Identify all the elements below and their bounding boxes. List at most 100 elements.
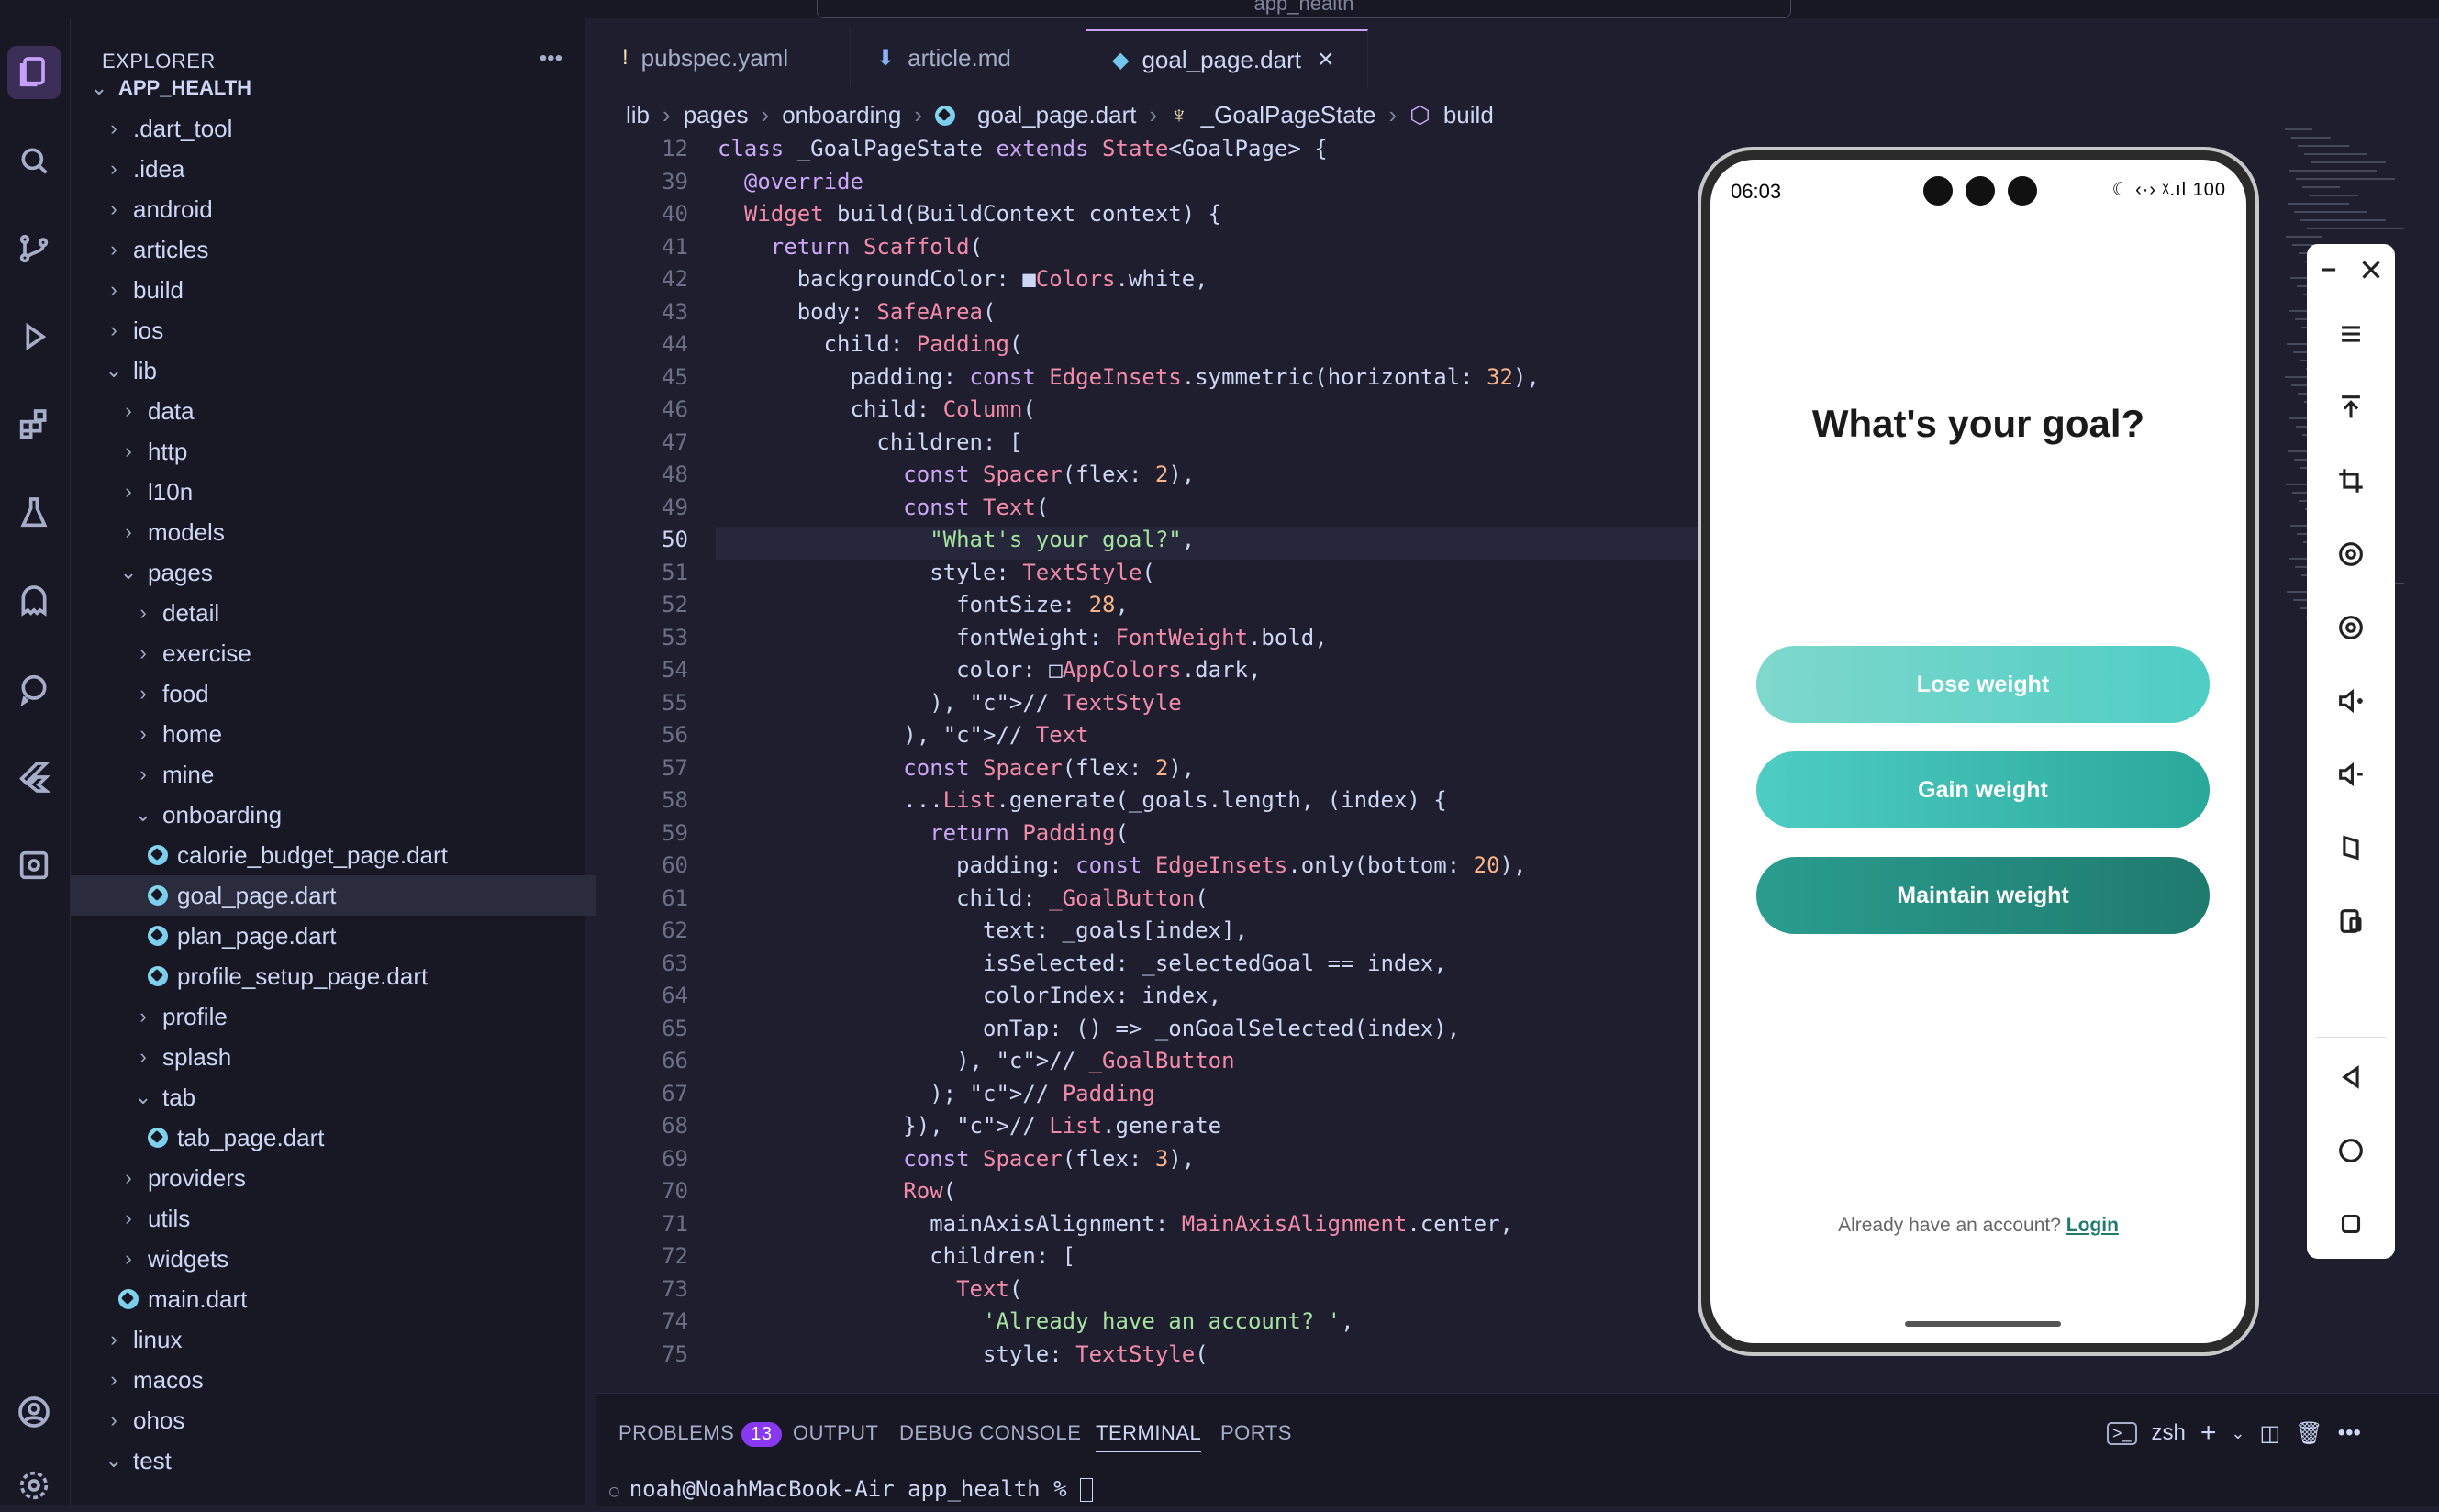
tree-folder[interactable]: › articles	[71, 229, 618, 270]
window-search-box[interactable]: app_health	[817, 0, 1791, 18]
tree-label: splash	[162, 1042, 232, 1071]
tree-folder[interactable]: › build	[71, 270, 618, 310]
tree-folder[interactable]: › http	[71, 431, 632, 472]
tree-folder[interactable]: › providers	[71, 1158, 632, 1198]
tree-folder[interactable]: › android	[71, 189, 618, 229]
explorer-icon[interactable]	[7, 46, 61, 99]
line-number: 69	[662, 1145, 688, 1172]
tree-folder[interactable]: › linux	[71, 1319, 618, 1360]
breadcrumb-item[interactable]: onboarding	[782, 101, 901, 129]
tree-folder[interactable]: › .dart_tool	[71, 108, 618, 149]
back-icon[interactable]	[2325, 1051, 2377, 1103]
terminal-prompt[interactable]: ○ noah@NoahMacBook-Air app_health %	[609, 1476, 1093, 1502]
tree-folder[interactable]: › exercise	[71, 633, 647, 673]
tree-folder[interactable]: › detail	[71, 593, 647, 633]
chat-icon[interactable]	[7, 662, 61, 716]
testing-icon[interactable]	[7, 486, 61, 539]
breadcrumb-item[interactable]: pages	[684, 101, 749, 129]
maintain-weight-button[interactable]: Maintain weight	[1756, 857, 2210, 934]
minimize-icon[interactable]	[2311, 244, 2347, 295]
breadcrumb-item[interactable]: goal_page.dart	[977, 101, 1136, 129]
source-control-icon[interactable]	[7, 222, 61, 275]
overview-icon[interactable]	[2325, 1198, 2377, 1250]
tree-file[interactable]: main.dart	[71, 1279, 632, 1319]
device-icon[interactable]	[2325, 895, 2377, 947]
remote-explorer-icon[interactable]	[7, 839, 61, 892]
lose-weight-button[interactable]: Lose weight	[1756, 646, 2210, 723]
tab-debug-console[interactable]: DEBUG CONSOLE	[899, 1421, 1081, 1445]
tree-file[interactable]: profile_setup_page.dart	[71, 956, 662, 996]
tree-label: pages	[148, 558, 213, 586]
code-editor[interactable]: 12 class _GoalPageState extends State<Goa…	[596, 136, 1698, 1402]
gain-weight-button[interactable]: Gain weight	[1756, 751, 2210, 828]
tree-file[interactable]: tab_page.dart	[71, 1117, 662, 1158]
breadcrumb-item[interactable]: _GoalPageState	[1201, 101, 1376, 129]
tree-file[interactable]: plan_page.dart	[71, 916, 662, 956]
tree-folder[interactable]: › data	[71, 391, 632, 431]
tree-file[interactable]: goal_page.dart	[71, 875, 662, 916]
tab-output[interactable]: OUTPUT	[793, 1421, 878, 1445]
crop-icon[interactable]	[2325, 455, 2377, 506]
tree-file[interactable]: calorie_budget_page.dart	[71, 835, 662, 875]
tree-folder[interactable]: › profile	[71, 996, 647, 1037]
tree-folder[interactable]: ⌄ APP_HEALTH	[71, 68, 603, 108]
tree-folder[interactable]: › utils	[71, 1198, 632, 1239]
chevron-right-icon: ›	[125, 1247, 132, 1270]
tab-pubspec[interactable]: ! pubspec.yaml	[596, 29, 851, 86]
breadcrumb-item[interactable]: lib	[626, 101, 650, 129]
tree-folder[interactable]: ⌄ tab	[71, 1077, 647, 1117]
volume-up-icon[interactable]	[2325, 675, 2377, 727]
fold-icon[interactable]	[2325, 822, 2377, 873]
account-icon[interactable]	[7, 1385, 61, 1439]
tree-folder[interactable]: › models	[71, 512, 632, 552]
search-icon[interactable]	[7, 134, 61, 187]
tab-article[interactable]: ⬇ article.md	[851, 29, 1086, 86]
tree-folder[interactable]: ⌄ lib	[71, 350, 618, 391]
tree-folder[interactable]: › food	[71, 673, 647, 714]
tab-ports[interactable]: PORTS	[1220, 1421, 1292, 1445]
chevron-right-icon: ›	[110, 117, 117, 139]
tab-goal-page[interactable]: ◆ goal_page.dart ×	[1086, 29, 1368, 88]
login-link[interactable]: Login	[2066, 1215, 2119, 1236]
code-line: body: SafeArea(	[718, 298, 997, 325]
tree-folder[interactable]: › splash	[71, 1037, 647, 1077]
extensions-icon[interactable]	[7, 398, 61, 451]
add-terminal-icon[interactable]: +	[2200, 1418, 2217, 1449]
screenshot-icon[interactable]	[2325, 602, 2377, 653]
home-icon[interactable]	[2325, 1125, 2377, 1176]
tree-folder[interactable]: › ios	[71, 310, 618, 350]
run-debug-icon[interactable]	[7, 310, 61, 363]
tree-folder[interactable]: ⌄ onboarding	[71, 795, 647, 835]
tree-folder[interactable]: › widgets	[71, 1239, 632, 1279]
home-indicator[interactable]	[1905, 1321, 2061, 1327]
settings-gear-icon[interactable]	[7, 1459, 61, 1512]
tree-folder[interactable]: › .idea	[71, 149, 618, 189]
pin-top-icon[interactable]	[2325, 382, 2377, 433]
split-terminal-icon[interactable]: ◫	[2260, 1420, 2281, 1447]
tree-folder[interactable]: › home	[71, 714, 647, 754]
chevron-right-icon: ›	[110, 278, 117, 301]
rotate-icon[interactable]	[2325, 528, 2377, 580]
chevron-right-icon: ›	[110, 238, 117, 261]
tree-folder[interactable]: › mine	[71, 754, 647, 795]
tree-folder[interactable]: ⌄ pages	[71, 552, 632, 593]
menu-icon[interactable]	[2325, 308, 2377, 360]
tree-folder[interactable]: ⌄ test	[71, 1440, 618, 1481]
shell-label[interactable]: zsh	[2152, 1420, 2186, 1446]
tree-folder[interactable]: › macos	[71, 1360, 618, 1400]
ellipsis-icon[interactable]: •••	[2338, 1420, 2361, 1446]
tab-terminal[interactable]: TERMINAL	[1096, 1421, 1202, 1452]
line-number: 47	[662, 428, 688, 455]
chevron-right-icon: ›	[139, 722, 147, 745]
tree-folder[interactable]: › l10n	[71, 472, 632, 512]
volume-down-icon[interactable]	[2325, 749, 2377, 800]
chevron-down-icon[interactable]: ⌄	[2231, 1424, 2244, 1443]
close-icon[interactable]: ×	[1318, 44, 1334, 75]
breadcrumb-item[interactable]: build	[1443, 101, 1494, 129]
tree-folder[interactable]: › ohos	[71, 1400, 618, 1440]
ghost-icon[interactable]	[7, 574, 61, 628]
close-icon[interactable]	[2353, 244, 2389, 295]
trash-icon[interactable]: 🗑	[2295, 1420, 2322, 1447]
tab-problems[interactable]: PROBLEMS 13	[618, 1421, 782, 1447]
flutter-icon[interactable]	[7, 750, 61, 804]
